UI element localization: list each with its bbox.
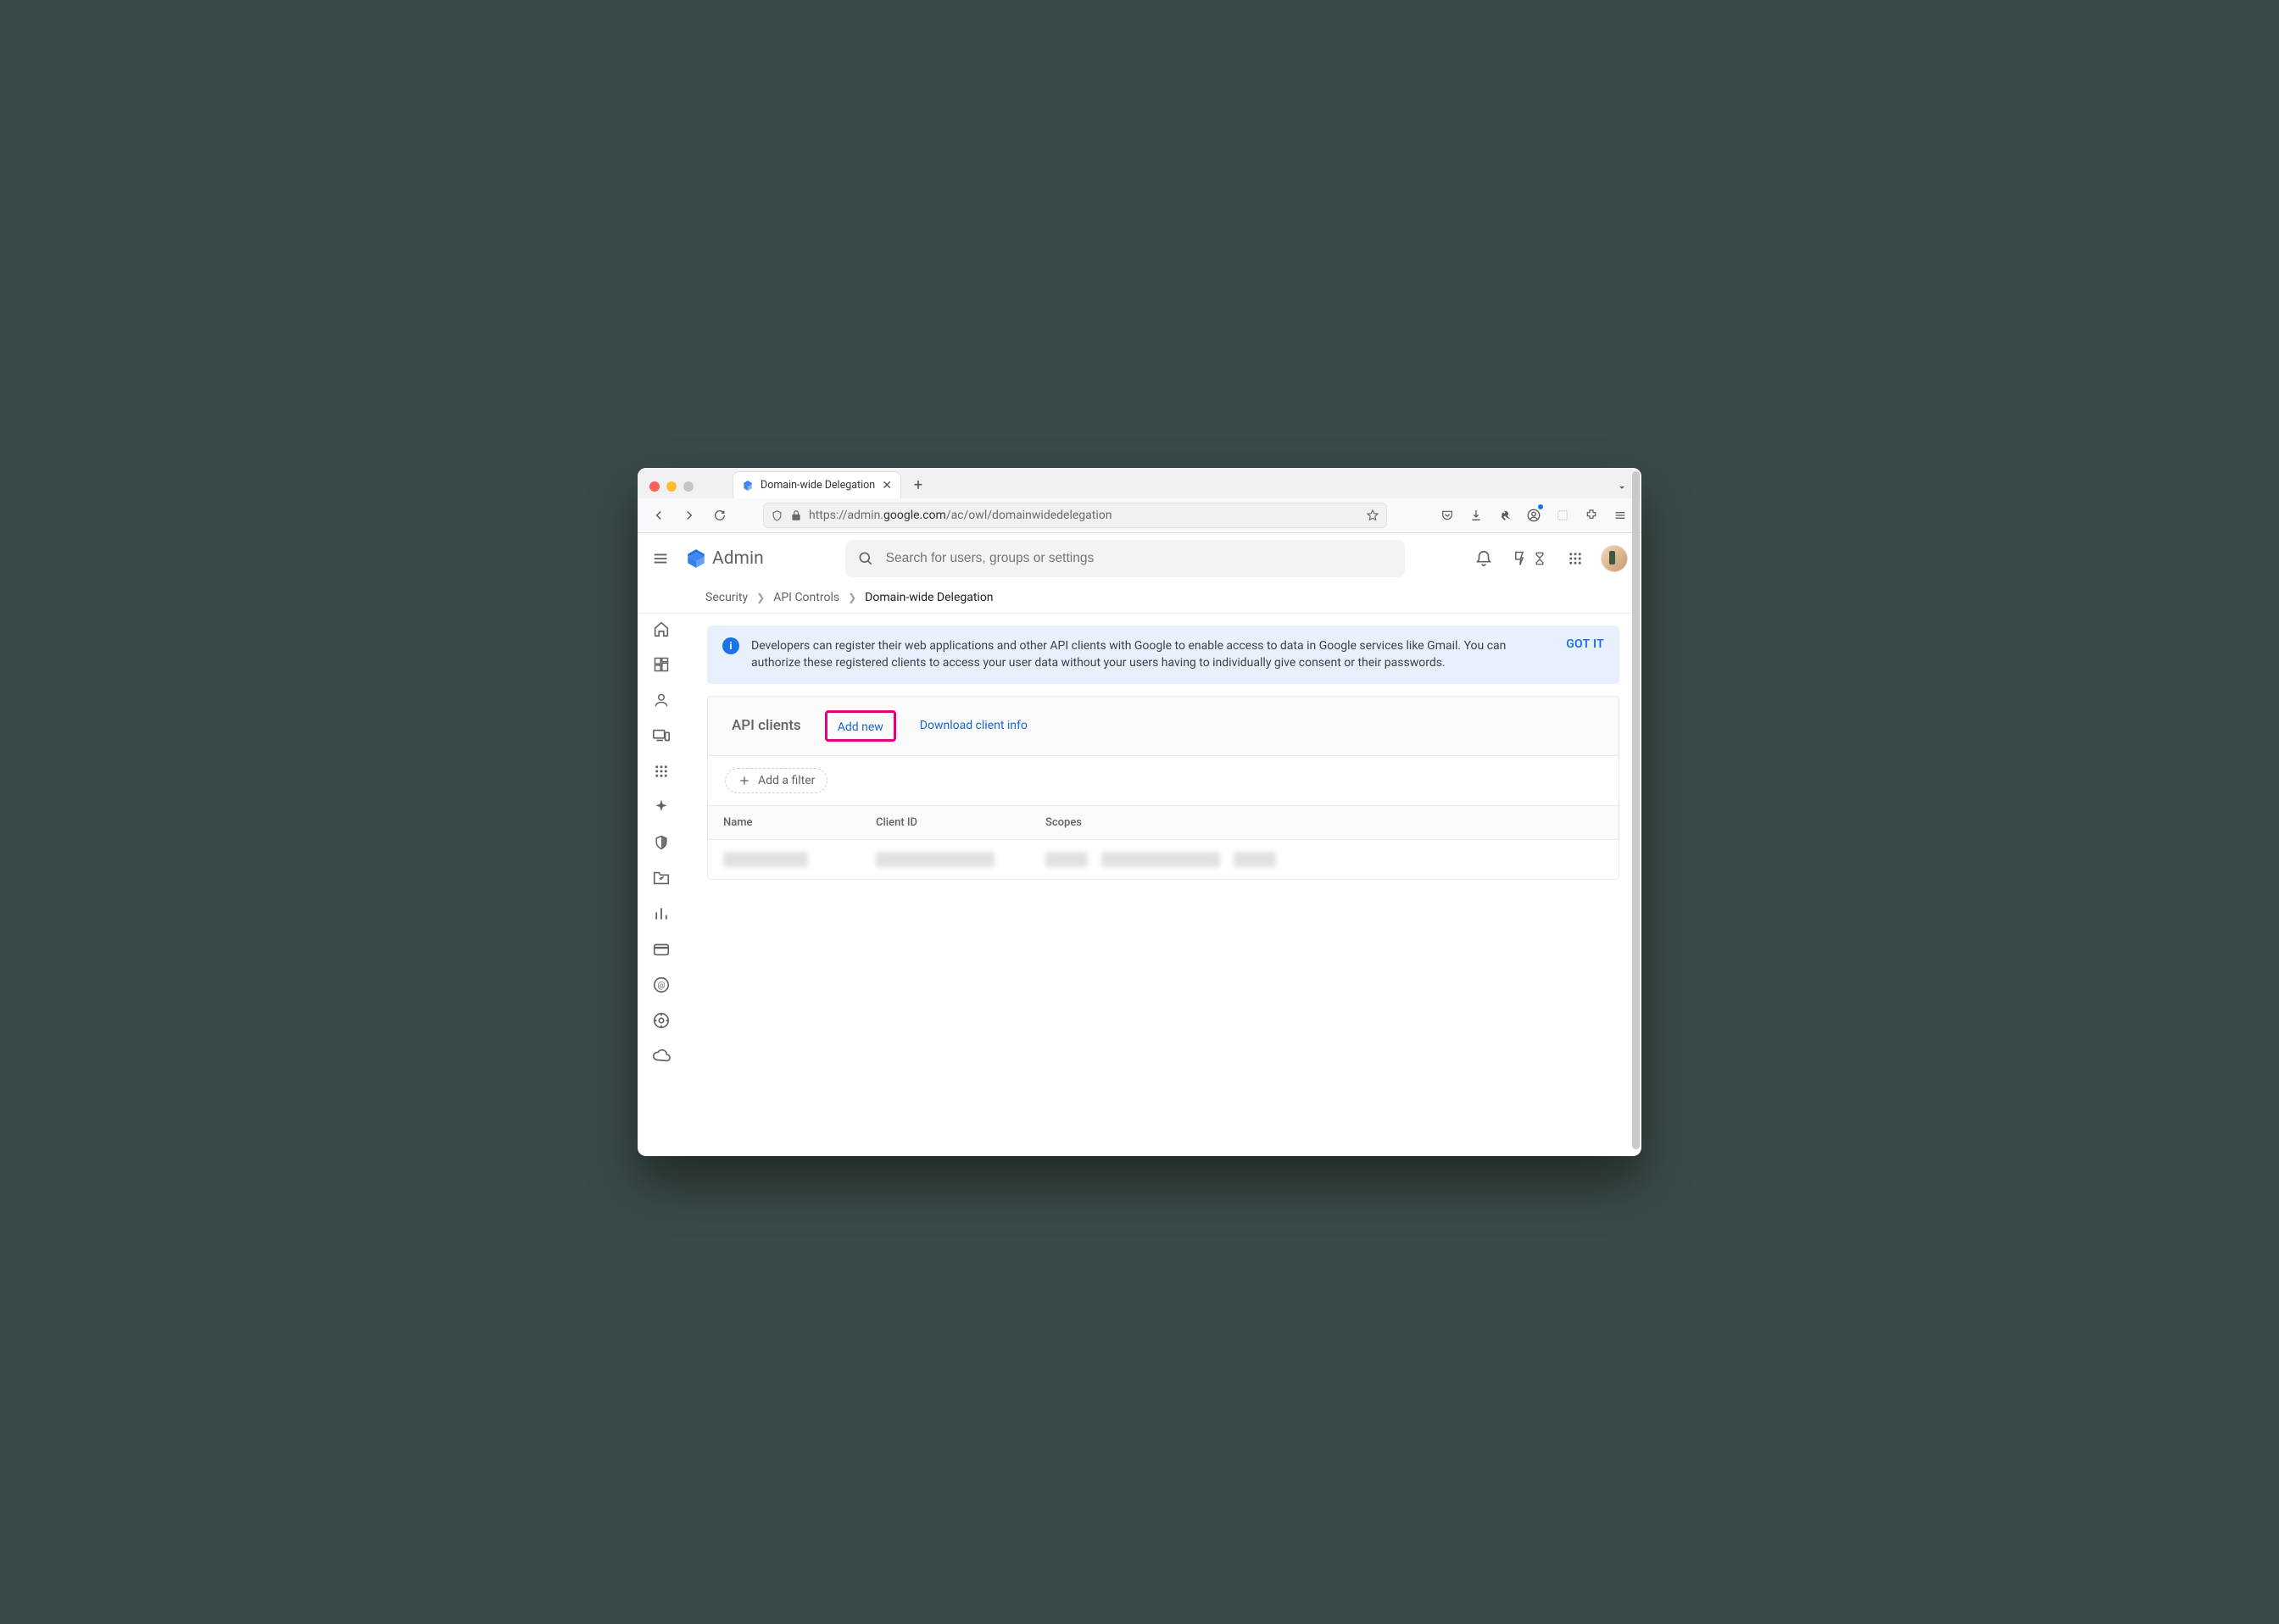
nav-apps-icon[interactable] bbox=[651, 761, 671, 781]
redacted-name bbox=[723, 852, 808, 867]
app-logo[interactable]: Admin bbox=[685, 548, 764, 570]
api-clients-panel: API clients Add new Download client info… bbox=[707, 696, 1619, 880]
url-text: https://admin.google.com/ac/owl/domainwi… bbox=[809, 509, 1112, 522]
info-icon: i bbox=[722, 637, 739, 654]
redacted-scope bbox=[1101, 852, 1220, 867]
extensions-icon[interactable] bbox=[1579, 503, 1604, 528]
column-client-id: Client ID bbox=[876, 816, 1045, 829]
banner-dismiss-button[interactable]: GOT IT bbox=[1566, 637, 1604, 651]
notifications-icon[interactable] bbox=[1474, 548, 1494, 569]
redacted-client-id bbox=[876, 852, 995, 867]
nav-rules-icon[interactable] bbox=[651, 1010, 671, 1031]
window-close[interactable] bbox=[649, 481, 660, 492]
redacted-scope bbox=[1045, 852, 1088, 867]
pocket-icon[interactable] bbox=[1435, 503, 1460, 528]
nav-reporting-icon[interactable] bbox=[651, 868, 671, 888]
new-tab-button[interactable]: + bbox=[906, 473, 930, 497]
main-menu-button[interactable] bbox=[651, 549, 671, 568]
chevron-right-icon: ❯ bbox=[848, 592, 856, 603]
column-scopes: Scopes bbox=[1045, 816, 1603, 829]
tab-strip: Domain-wide Delegation ✕ + bbox=[638, 468, 1641, 498]
app-name: Admin bbox=[712, 548, 764, 569]
search-icon bbox=[857, 550, 874, 567]
panel-title: API clients bbox=[732, 717, 801, 734]
main-panel: i Developers can register their web appl… bbox=[685, 614, 1641, 1156]
tab-title: Domain-wide Delegation bbox=[761, 479, 875, 492]
favicon-icon bbox=[742, 480, 754, 492]
nav-security-icon[interactable] bbox=[651, 832, 671, 853]
admin-logo-icon bbox=[685, 548, 707, 570]
nav-account-icon[interactable]: @ bbox=[651, 975, 671, 995]
add-filter-button[interactable]: Add a filter bbox=[725, 768, 827, 793]
svg-text:@: @ bbox=[657, 982, 665, 991]
tabs-overflow-icon[interactable] bbox=[1616, 481, 1628, 498]
tasks-icon[interactable] bbox=[1509, 548, 1530, 569]
nav-storage-icon[interactable] bbox=[651, 1046, 671, 1066]
nav-devices-icon[interactable] bbox=[651, 726, 671, 746]
window-zoom[interactable] bbox=[683, 481, 694, 492]
nav-back-button[interactable] bbox=[646, 503, 671, 528]
banner-text: Developers can register their web applic… bbox=[751, 637, 1554, 672]
account-icon[interactable] bbox=[1521, 503, 1546, 528]
app-menu-icon[interactable] bbox=[1608, 503, 1633, 528]
hourglass-icon[interactable] bbox=[1530, 548, 1550, 569]
address-bar[interactable]: https://admin.google.com/ac/owl/domainwi… bbox=[763, 503, 1387, 528]
add-filter-label: Add a filter bbox=[758, 774, 815, 787]
nav-analytics-icon[interactable] bbox=[651, 904, 671, 924]
nav-directory-icon[interactable] bbox=[651, 690, 671, 710]
lock-icon bbox=[790, 509, 802, 521]
add-new-button[interactable]: Add new bbox=[838, 720, 883, 734]
devtools-icon[interactable] bbox=[1492, 503, 1518, 528]
table-header: Name Client ID Scopes bbox=[708, 806, 1619, 840]
filter-row: Add a filter bbox=[708, 756, 1619, 806]
browser-tab[interactable]: Domain-wide Delegation ✕ bbox=[733, 471, 901, 498]
breadcrumb-security[interactable]: Security bbox=[705, 591, 748, 604]
table-row[interactable] bbox=[708, 840, 1619, 879]
window-controls bbox=[648, 481, 699, 498]
nav-home-icon[interactable] bbox=[651, 619, 671, 639]
browser-chrome: Domain-wide Delegation ✕ + http bbox=[638, 468, 1641, 533]
plus-icon bbox=[738, 774, 751, 787]
extension-slot-icon[interactable] bbox=[1550, 503, 1575, 528]
search-input[interactable] bbox=[886, 551, 1393, 566]
nav-forward-button[interactable] bbox=[677, 503, 702, 528]
bookmark-star-icon[interactable] bbox=[1366, 509, 1379, 522]
account-avatar[interactable] bbox=[1601, 545, 1628, 572]
browser-window: Domain-wide Delegation ✕ + http bbox=[638, 468, 1641, 1156]
shield-icon bbox=[771, 509, 783, 522]
tab-close-icon[interactable]: ✕ bbox=[882, 479, 892, 492]
add-new-highlight: Add new bbox=[825, 710, 896, 742]
nav-ai-icon[interactable] bbox=[651, 797, 671, 817]
search-bar[interactable] bbox=[845, 540, 1405, 577]
window-minimize[interactable] bbox=[666, 481, 677, 492]
nav-dashboard-icon[interactable] bbox=[651, 654, 671, 675]
breadcrumb: Security ❯ API Controls ❯ Domain-wide De… bbox=[638, 584, 1641, 614]
download-client-info-link[interactable]: Download client info bbox=[920, 719, 1028, 732]
panel-header: API clients Add new Download client info bbox=[708, 697, 1619, 756]
column-name: Name bbox=[723, 816, 876, 829]
google-apps-icon[interactable] bbox=[1565, 548, 1585, 569]
chevron-right-icon: ❯ bbox=[756, 592, 765, 603]
browser-toolbar: https://admin.google.com/ac/owl/domainwi… bbox=[638, 498, 1641, 532]
info-banner: i Developers can register their web appl… bbox=[707, 626, 1619, 684]
content-area: @ i Developers can register their web ap… bbox=[638, 614, 1641, 1156]
redacted-scope bbox=[1234, 852, 1276, 867]
breadcrumb-api-controls[interactable]: API Controls bbox=[773, 591, 839, 604]
downloads-icon[interactable] bbox=[1463, 503, 1489, 528]
left-nav-rail: @ bbox=[638, 614, 685, 1156]
nav-reload-button[interactable] bbox=[707, 503, 733, 528]
app-header: Admin bbox=[638, 533, 1641, 584]
nav-billing-icon[interactable] bbox=[651, 939, 671, 959]
scrollbar[interactable] bbox=[1632, 614, 1640, 1149]
breadcrumb-current: Domain-wide Delegation bbox=[865, 591, 993, 604]
